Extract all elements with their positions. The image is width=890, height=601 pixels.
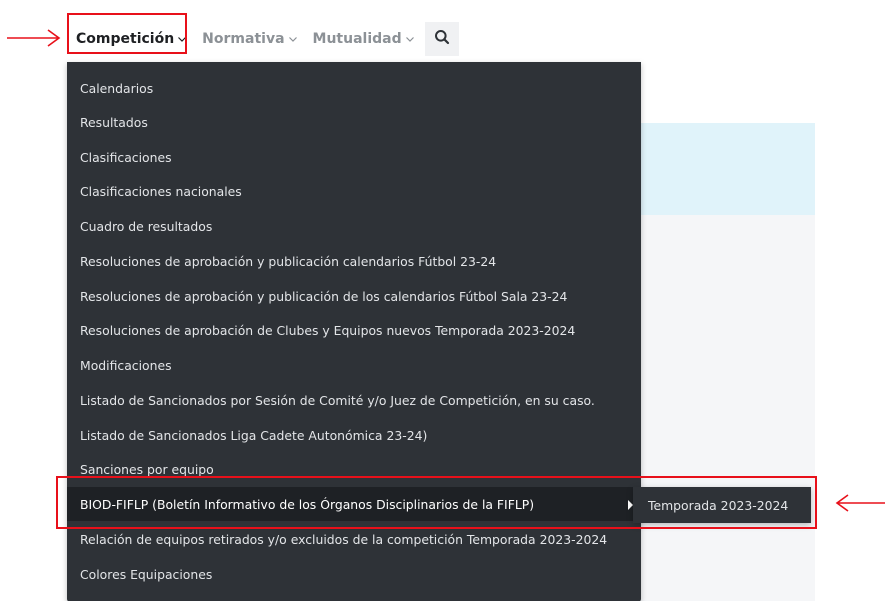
menu-item-label: BIOD-FIFLP (Boletín Informativo de los Ó… [80, 496, 535, 512]
menu-item-listado-sancionados-cadete[interactable]: Listado de Sancionados Liga Cadete Auton… [67, 418, 641, 452]
menu-item-listado-sancionados-comite[interactable]: Listado de Sancionados por Sesión de Com… [67, 383, 641, 417]
menu-item-label: Modificaciones [80, 357, 172, 373]
biod-submenu: Temporada 2023-2024 [633, 487, 811, 523]
search-icon [434, 29, 450, 49]
nav-item-label: Normativa [202, 31, 285, 47]
menu-item-label: Resoluciones de aprobación de Clubes y E… [80, 322, 576, 338]
nav-item-mutualidad[interactable]: Mutualidad [306, 20, 423, 58]
menu-item-colores-equipaciones[interactable]: Colores Equipaciones [67, 557, 641, 591]
content-banner [640, 123, 815, 215]
menu-item-label: Clasificaciones nacionales [80, 183, 242, 199]
annotation-arrow-right-icon [7, 29, 61, 47]
menu-item-label: Listado de Sancionados Liga Cadete Auton… [80, 427, 428, 443]
menu-item-modificaciones[interactable]: Modificaciones [67, 348, 641, 382]
menu-item-cuadro-de-resultados[interactable]: Cuadro de resultados [67, 209, 641, 243]
menu-item-label: Resoluciones de aprobación y publicación… [80, 253, 497, 269]
top-navigation: Competición Normativa Mutualidad [69, 20, 459, 58]
nav-item-label: Mutualidad [312, 31, 402, 47]
submenu-item-temporada-2023-2024[interactable]: Temporada 2023-2024 [633, 487, 811, 523]
menu-item-label: Cuadro de resultados [80, 218, 213, 234]
menu-item-resultados[interactable]: Resultados [67, 105, 641, 139]
menu-item-label: Clasificaciones [80, 149, 172, 165]
menu-item-resoluciones-calendarios-futbol-sala[interactable]: Resoluciones de aprobación y publicación… [67, 279, 641, 313]
content-area [640, 215, 815, 601]
menu-item-clasificaciones[interactable]: Clasificaciones [67, 140, 641, 174]
menu-item-relacion-equipos-retirados[interactable]: Relación de equipos retirados y/o exclui… [67, 522, 641, 556]
competicion-dropdown-menu: Calendarios Resultados Clasificaciones C… [67, 62, 641, 601]
menu-item-clasificaciones-nacionales[interactable]: Clasificaciones nacionales [67, 174, 641, 208]
chevron-down-icon [288, 34, 298, 44]
annotation-arrow-left-icon [835, 494, 885, 512]
menu-item-resoluciones-calendarios-futbol[interactable]: Resoluciones de aprobación y publicación… [67, 244, 641, 278]
menu-item-label: Resultados [80, 114, 148, 130]
chevron-down-icon [405, 34, 415, 44]
menu-item-calendarios[interactable]: Calendarios [67, 71, 641, 105]
nav-item-normativa[interactable]: Normativa [195, 20, 305, 58]
nav-item-label: Competición [76, 31, 175, 47]
nav-item-competicion[interactable]: Competición [69, 20, 195, 58]
menu-item-sanciones-por-equipo[interactable]: Sanciones por equipo [67, 452, 641, 486]
menu-item-resoluciones-clubes-equipos[interactable]: Resoluciones de aprobación de Clubes y E… [67, 313, 641, 347]
chevron-down-icon [177, 34, 187, 44]
menu-item-label: Listado de Sancionados por Sesión de Com… [80, 392, 595, 408]
page: Competición Normativa Mutualidad Calenda [0, 0, 890, 601]
menu-item-label: Sanciones por equipo [80, 461, 214, 477]
menu-item-label: Relación de equipos retirados y/o exclui… [80, 531, 608, 547]
search-button[interactable] [424, 22, 459, 56]
menu-item-label: Colores Equipaciones [80, 566, 213, 582]
menu-item-label: Calendarios [80, 80, 154, 96]
menu-item-label: Resoluciones de aprobación y publicación… [80, 288, 568, 304]
submenu-item-label: Temporada 2023-2024 [648, 497, 789, 513]
menu-item-biod-fiflp[interactable]: BIOD-FIFLP (Boletín Informativo de los Ó… [67, 487, 641, 521]
